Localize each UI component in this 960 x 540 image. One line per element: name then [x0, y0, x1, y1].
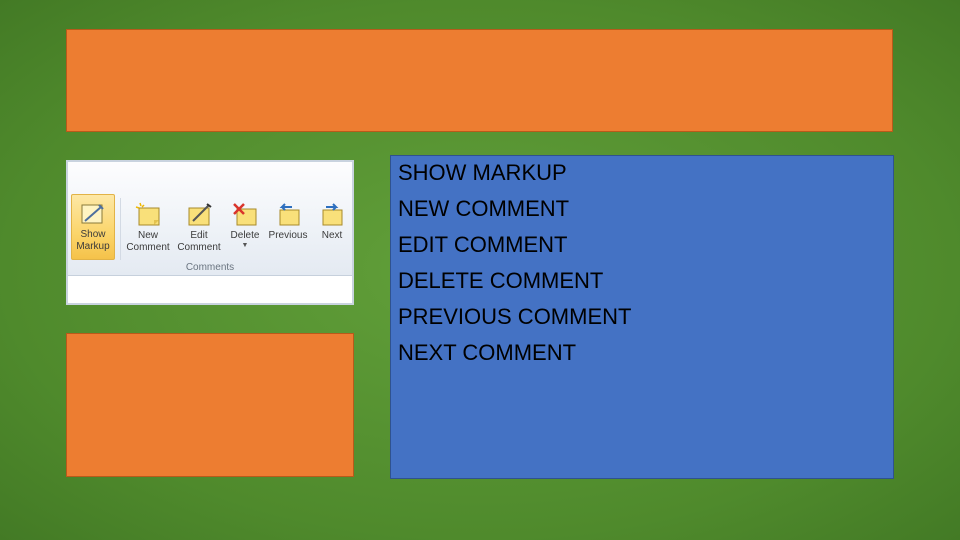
title-placeholder-box: [66, 29, 893, 132]
next-comment-label: Next: [321, 230, 343, 241]
delete-comment-icon: [233, 203, 257, 226]
show-markup-button[interactable]: Show Markup: [71, 194, 115, 260]
next-comment-button[interactable]: Next: [312, 194, 352, 242]
list-item: NEW COMMENT: [398, 196, 570, 221]
delete-comment-label: Delete: [230, 230, 260, 241]
new-comment-label-2: Comment: [126, 242, 170, 253]
show-markup-label-1: Show: [80, 229, 106, 240]
list-item: EDIT COMMENT: [398, 232, 568, 257]
show-markup-label-2: Markup: [76, 241, 110, 252]
list-item: NEXT COMMENT: [398, 340, 577, 365]
ribbon-band: Show Markup New Comment Edit Comment Del…: [68, 162, 352, 276]
show-markup-icon: [81, 204, 104, 224]
previous-comment-icon: [279, 203, 300, 226]
next-comment-icon: [322, 203, 343, 226]
left-placeholder-box: [66, 333, 354, 477]
ribbon-group-label: Comments: [185, 262, 235, 273]
new-comment-button[interactable]: New Comment: [124, 194, 172, 254]
list-item: PREVIOUS COMMENT: [398, 304, 632, 329]
edit-comment-icon: [188, 203, 212, 226]
edit-comment-label-2: Comment: [177, 242, 221, 253]
ribbon-separator: [120, 198, 121, 260]
content-box: SHOW MARKUP NEW COMMENT EDIT COMMENT DEL…: [390, 155, 894, 479]
bullet-list: SHOW MARKUP NEW COMMENT EDIT COMMENT DEL…: [398, 160, 638, 366]
list-item: SHOW MARKUP: [398, 160, 567, 185]
edit-comment-label-1: Edit: [190, 230, 208, 241]
previous-comment-button[interactable]: Previous: [266, 194, 310, 242]
new-comment-label-1: New: [137, 230, 158, 241]
previous-comment-label: Previous: [268, 230, 308, 241]
chevron-down-icon[interactable]: ▼: [226, 242, 264, 250]
edit-comment-button[interactable]: Edit Comment: [174, 194, 224, 254]
ribbon-screenshot: Show Markup New Comment Edit Comment Del…: [66, 160, 354, 305]
new-comment-icon: [135, 202, 160, 226]
list-item: DELETE COMMENT: [398, 268, 604, 293]
delete-comment-button[interactable]: Delete ▼: [226, 194, 264, 250]
